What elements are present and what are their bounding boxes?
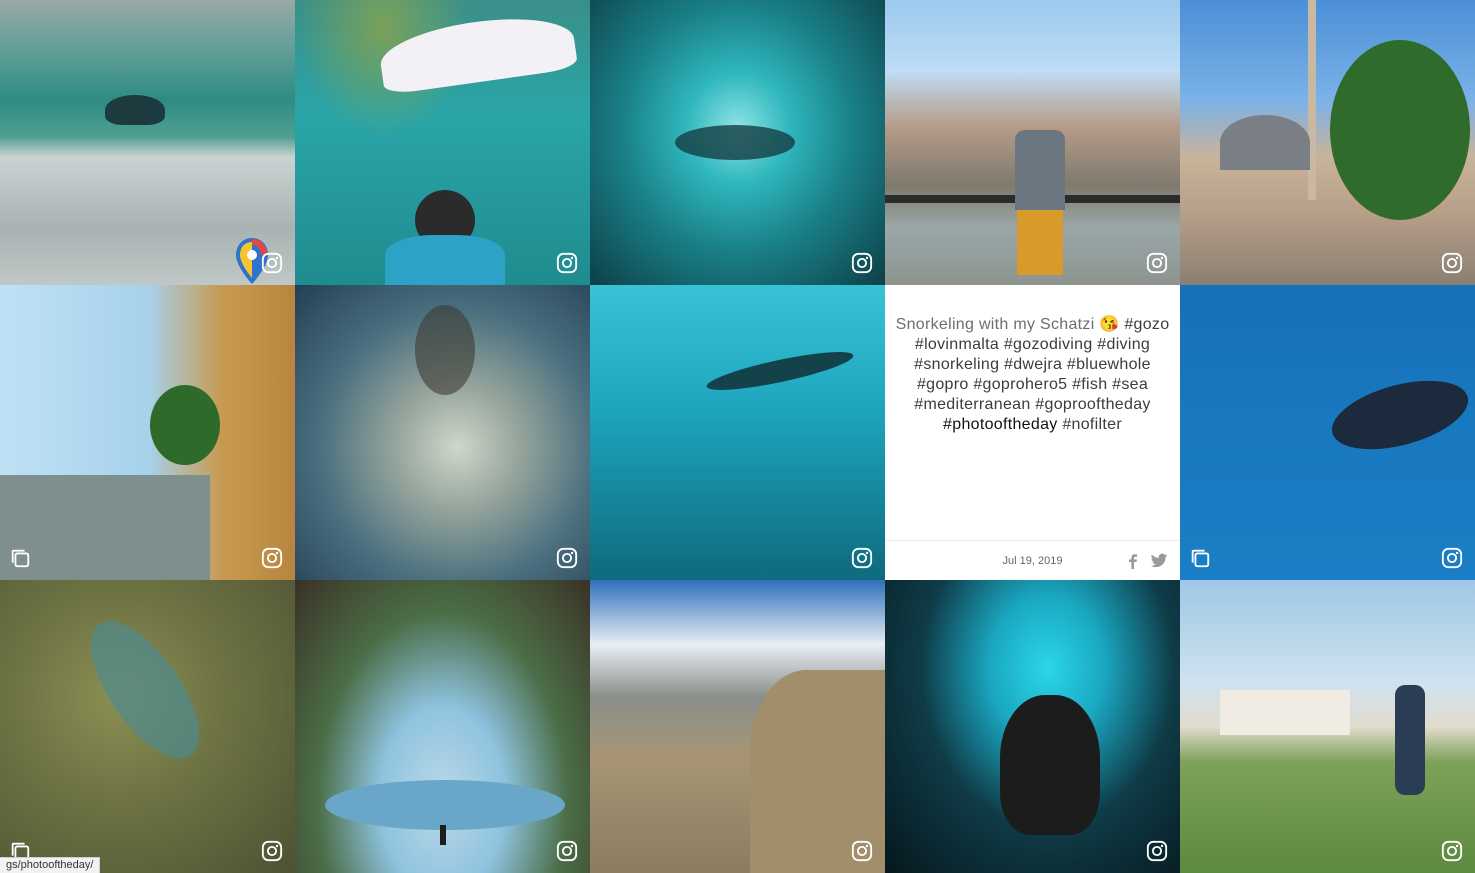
- instagram-icon[interactable]: [556, 547, 578, 569]
- lake: [325, 780, 565, 830]
- instagram-icon[interactable]: [1441, 547, 1463, 569]
- man-torso: [1015, 130, 1065, 210]
- man-shorts: [1017, 210, 1063, 275]
- instagram-icon[interactable]: [1441, 840, 1463, 862]
- multiple-images-icon: [11, 549, 30, 568]
- instagram-icon[interactable]: [1146, 252, 1168, 274]
- minaret: [1308, 0, 1316, 200]
- instagram-icon[interactable]: [1441, 252, 1463, 274]
- instagram-icon[interactable]: [261, 547, 283, 569]
- instagram-icon[interactable]: [851, 840, 873, 862]
- post-footer: Jul 19, 2019: [885, 540, 1180, 580]
- photo-tile-surfer[interactable]: [0, 0, 295, 285]
- photo-tile-lake-trees[interactable]: [295, 580, 590, 873]
- person: [440, 825, 446, 845]
- facebook-icon[interactable]: [1126, 553, 1140, 569]
- photo-tile-seabed[interactable]: [295, 285, 590, 580]
- instagram-icon[interactable]: [851, 252, 873, 274]
- diver-figure: [1000, 695, 1100, 835]
- instagram-icon[interactable]: [556, 840, 578, 862]
- photo-tile-river-city[interactable]: [0, 285, 295, 580]
- photo-tile-bridge-man[interactable]: [885, 0, 1180, 285]
- instagram-icon[interactable]: [556, 252, 578, 274]
- man-figure: [1395, 685, 1425, 795]
- photo-tile-palace[interactable]: [1180, 580, 1475, 873]
- palace-building: [1220, 690, 1350, 735]
- surfer-silhouette: [675, 125, 795, 160]
- tree: [150, 385, 220, 465]
- diver-figure: [1324, 367, 1475, 463]
- instagram-icon[interactable]: [851, 547, 873, 569]
- post-caption: Snorkeling with my Schatzi 😘 #gozo #lovi…: [895, 315, 1170, 435]
- fish: [70, 604, 220, 776]
- snorkeler-figure: [704, 344, 856, 398]
- instagram-icon[interactable]: [261, 252, 283, 274]
- paraglider-wing: [376, 8, 579, 96]
- photo-tile-diver[interactable]: [1180, 285, 1475, 580]
- photo-tile-cave-diver[interactable]: [885, 580, 1180, 873]
- post-text-tile[interactable]: Snorkeling with my Schatzi 😘 #gozo #lovi…: [885, 285, 1180, 580]
- instagram-feed-grid: Snorkeling with my Schatzi 😘 #gozo #lovi…: [0, 0, 1475, 873]
- pilot-shirt: [385, 235, 505, 285]
- moray-eel: [415, 305, 475, 395]
- instagram-icon[interactable]: [1146, 840, 1168, 862]
- caption-hashtag-tail: #nofilter: [1062, 416, 1122, 433]
- caption-hashtag-highlight: #photooftheday: [943, 416, 1058, 433]
- multiple-images-icon: [1191, 549, 1210, 568]
- twitter-icon[interactable]: [1150, 553, 1168, 569]
- photo-tile-mosque[interactable]: [1180, 0, 1475, 285]
- photo-tile-paraglider[interactable]: [295, 0, 590, 285]
- browser-status-url: gs/photooftheday/: [0, 857, 101, 873]
- photo-tile-underwater-surfer[interactable]: [590, 0, 885, 285]
- instagram-icon[interactable]: [261, 840, 283, 862]
- caption-plain: Snorkeling with my Schatzi 😘: [895, 316, 1120, 333]
- photo-tile-fish[interactable]: [0, 580, 295, 873]
- mosque-dome: [1220, 115, 1310, 170]
- tree: [1330, 40, 1470, 220]
- photo-tile-snorkeler[interactable]: [590, 285, 885, 580]
- surfer-figure: [105, 95, 165, 125]
- river: [0, 475, 210, 580]
- photo-tile-canyon[interactable]: [590, 580, 885, 873]
